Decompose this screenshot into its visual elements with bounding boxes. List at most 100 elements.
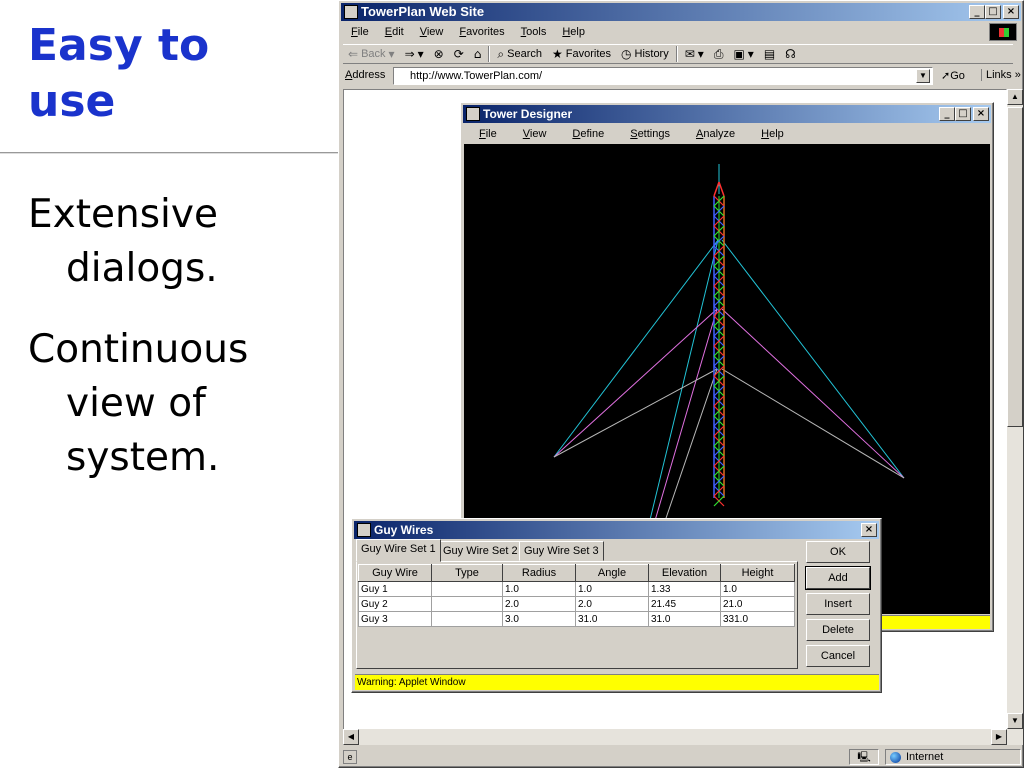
table-cell[interactable]: 1.0 [502, 581, 576, 597]
search-button[interactable]: ⌕ Search [492, 47, 547, 62]
guy-wire-line [653, 308, 718, 525]
browser-title-bar[interactable]: TowerPlan Web Site _ □ × [341, 3, 1021, 21]
table-cell[interactable]: 2.0 [575, 596, 649, 612]
address-input[interactable]: http://www.TowerPlan.com/ [393, 67, 933, 85]
refresh-button[interactable]: ⟳ [449, 47, 469, 61]
td-menu-settings[interactable]: Settings [622, 125, 688, 143]
internet-zone: Internet [885, 749, 1021, 765]
stop-button[interactable]: ⊗ [429, 47, 449, 61]
td-menu-define[interactable]: Define [564, 125, 622, 143]
table-row[interactable]: Guy 3 3.0 31.0 31.0 331.0 [358, 611, 795, 627]
favorites-icon: ★ [552, 47, 563, 61]
table-cell[interactable]: 31.0 [648, 611, 721, 627]
table-cell[interactable]: Guy 2 [358, 596, 432, 612]
menu-edit[interactable]: Edit [377, 23, 412, 41]
td-menu-help[interactable]: Help [753, 125, 802, 143]
cancel-button[interactable]: Cancel [806, 645, 870, 667]
messenger-button[interactable]: ☊ [780, 47, 801, 61]
table-row[interactable]: Guy 2 2.0 2.0 21.45 21.0 [358, 596, 795, 612]
column-header[interactable]: Guy Wire [358, 564, 432, 582]
menu-tools[interactable]: Tools [513, 23, 555, 41]
discuss-button[interactable]: ▤ [759, 47, 780, 61]
guy-wires-title-bar[interactable]: Guy Wires × [354, 521, 879, 539]
forward-button[interactable]: ⇒ ▾ [400, 47, 429, 61]
go-arrow-icon: ➚ [941, 70, 951, 82]
scroll-thumb[interactable] [1007, 107, 1023, 427]
browser-menubar: File Edit View Favorites Tools Help [343, 23, 983, 41]
table-cell[interactable] [431, 611, 503, 627]
refresh-icon: ⟳ [453, 47, 464, 61]
guy-wire-line [721, 308, 905, 479]
dropdown-arrow-icon: ▾ [747, 47, 754, 61]
mast-tip-line [718, 181, 725, 197]
favorites-button[interactable]: ★ Favorites [547, 47, 616, 61]
links-label: Links [986, 69, 1012, 81]
add-button[interactable]: Add [805, 566, 871, 590]
scroll-down-button[interactable]: ▼ [1007, 713, 1023, 729]
mail-button[interactable]: ✉ ▾ [680, 47, 709, 61]
document-icon: ▤ [763, 47, 776, 61]
tab-guy-wire-set-2[interactable]: Guy Wire Set 2 [438, 541, 523, 561]
table-cell[interactable]: 21.0 [720, 596, 795, 612]
table-cell[interactable]: 331.0 [720, 611, 795, 627]
close-button[interactable]: × [861, 523, 877, 537]
td-menu-file[interactable]: File [471, 125, 515, 143]
column-header[interactable]: Elevation [648, 564, 721, 582]
bullet-continuous-view: Continuous view of system. [28, 323, 328, 485]
maximize-button[interactable]: □ [955, 107, 971, 121]
dropdown-arrow-icon: ▾ [417, 47, 424, 61]
delete-button[interactable]: Delete [806, 619, 870, 641]
tab-guy-wire-set-3[interactable]: Guy Wire Set 3 [519, 541, 604, 561]
table-cell[interactable]: 1.0 [575, 581, 649, 597]
tower-designer-title-bar[interactable]: Tower Designer _ □ × [463, 105, 991, 123]
vertical-scrollbar[interactable]: ▲ ▼ [1007, 89, 1023, 745]
maximize-button[interactable]: □ [985, 5, 1001, 19]
go-button[interactable]: ➚Go [941, 69, 965, 82]
close-button[interactable]: × [1003, 5, 1019, 19]
ie-page-icon [344, 5, 358, 19]
insert-button[interactable]: Insert [806, 593, 870, 615]
home-button[interactable]: ⌂ [469, 47, 487, 61]
column-header[interactable]: Radius [502, 564, 576, 582]
horizontal-scrollbar[interactable]: ◀ ▶ [343, 729, 1007, 745]
close-button[interactable]: × [973, 107, 989, 121]
chevron-right-icon: » [1011, 69, 1021, 81]
table-cell[interactable]: 1.33 [648, 581, 721, 597]
table-cell[interactable]: Guy 3 [358, 611, 432, 627]
ok-button[interactable]: OK [806, 541, 870, 563]
menu-view[interactable]: View [412, 23, 452, 41]
table-cell[interactable]: 2.0 [502, 596, 576, 612]
scroll-up-button[interactable]: ▲ [1007, 89, 1023, 105]
td-menu-analyze[interactable]: Analyze [688, 125, 753, 143]
back-button[interactable]: ⇐ Back ▾ [343, 47, 400, 61]
edit-button[interactable]: ▣ ▾ [728, 47, 758, 61]
table-cell[interactable] [431, 596, 503, 612]
column-header[interactable]: Type [431, 564, 503, 582]
minimize-button[interactable]: _ [969, 5, 985, 19]
scroll-left-button[interactable]: ◀ [343, 729, 359, 745]
column-header[interactable]: Angle [575, 564, 649, 582]
print-button[interactable]: ⎙ [709, 47, 729, 62]
table-cell[interactable] [431, 581, 503, 597]
go-label: Go [950, 70, 965, 82]
toolbar-separator [675, 46, 678, 62]
menu-help[interactable]: Help [554, 23, 593, 41]
table-cell[interactable]: 1.0 [720, 581, 795, 597]
address-dropdown-button[interactable]: ▼ [916, 69, 930, 83]
menu-favorites[interactable]: Favorites [451, 23, 512, 41]
table-cell[interactable]: Guy 1 [358, 581, 432, 597]
tab-guy-wire-set-1[interactable]: Guy Wire Set 1 [356, 539, 441, 562]
links-button[interactable]: Links » [981, 69, 1021, 81]
address-value: http://www.TowerPlan.com/ [410, 70, 543, 82]
table-row[interactable]: Guy 1 1.0 1.0 1.33 1.0 [358, 581, 795, 597]
history-button[interactable]: ◷ History [616, 47, 674, 61]
column-header[interactable]: Height [720, 564, 795, 582]
minimize-button[interactable]: _ [939, 107, 955, 121]
browser-title: TowerPlan Web Site [361, 4, 485, 19]
scroll-right-button[interactable]: ▶ [991, 729, 1007, 745]
table-cell[interactable]: 31.0 [575, 611, 649, 627]
table-cell[interactable]: 3.0 [502, 611, 576, 627]
menu-file[interactable]: File [343, 23, 377, 41]
td-menu-view[interactable]: View [515, 125, 565, 143]
table-cell[interactable]: 21.45 [648, 596, 721, 612]
